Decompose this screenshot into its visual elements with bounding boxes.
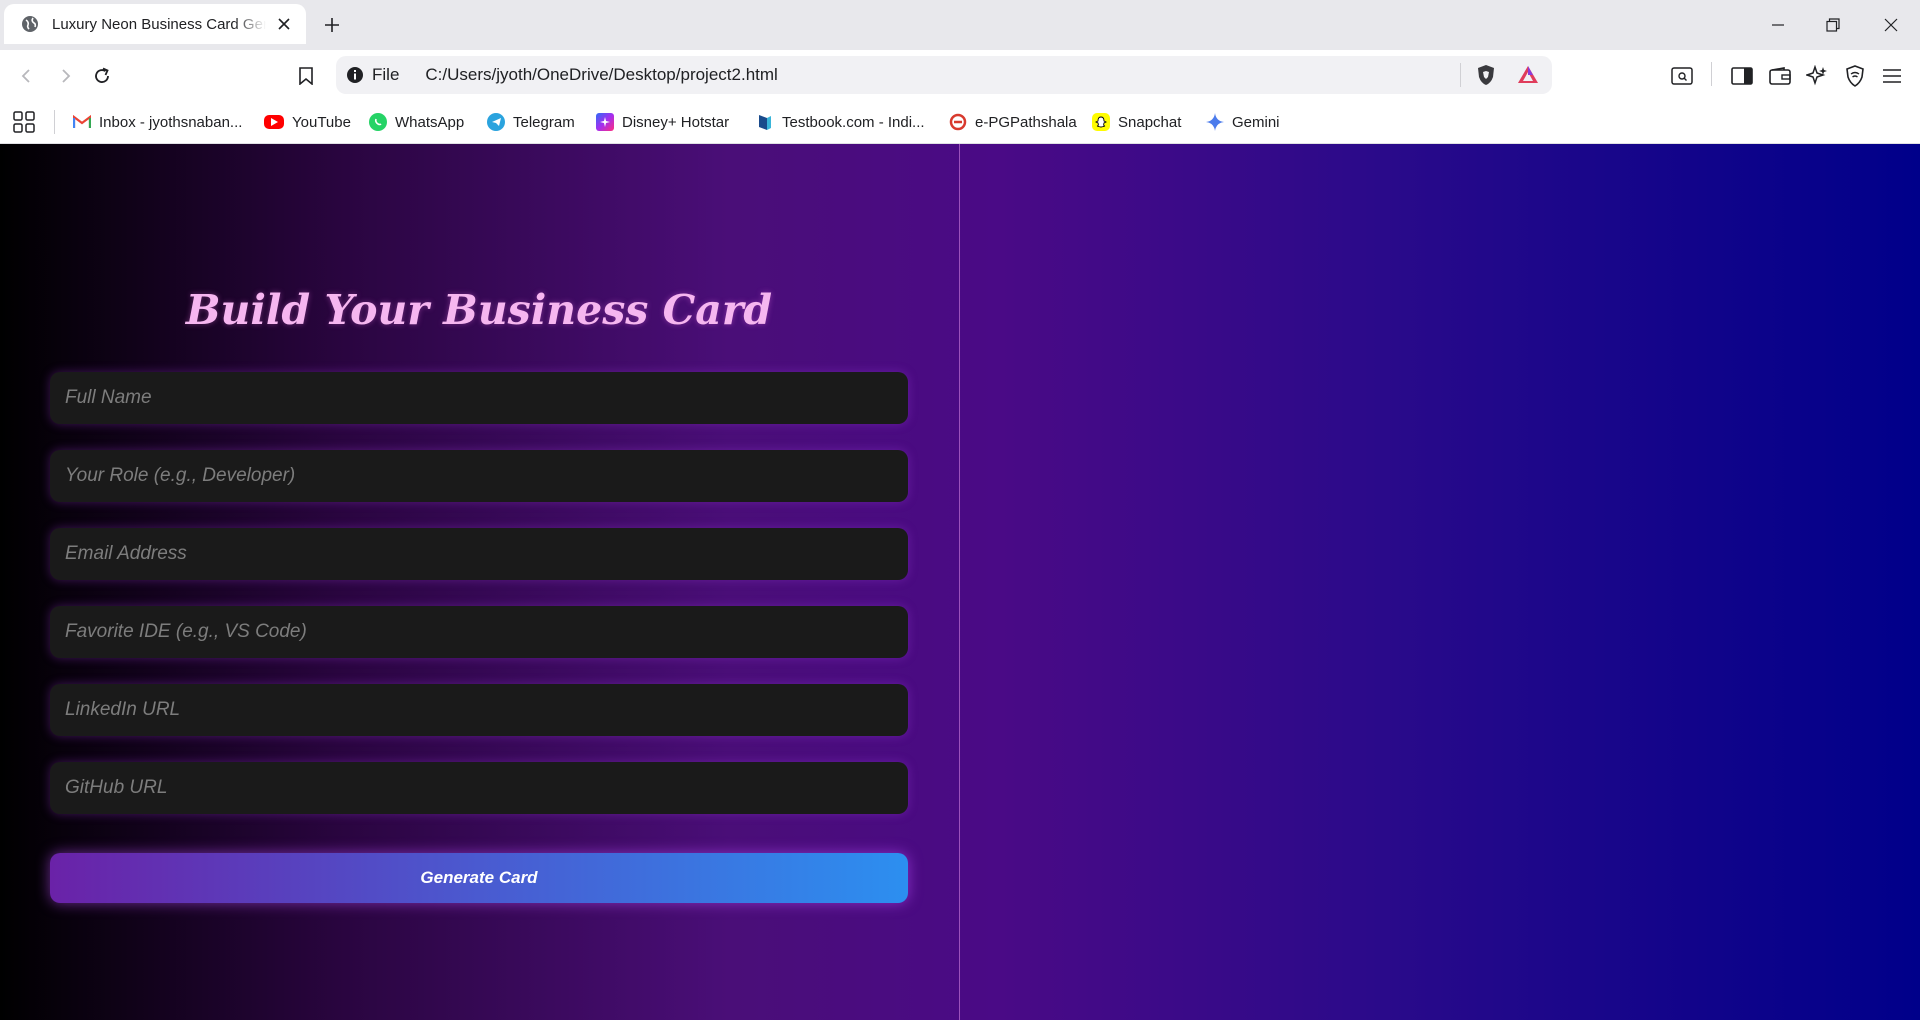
back-icon[interactable] bbox=[14, 63, 40, 89]
brave-shield-icon[interactable] bbox=[1474, 63, 1498, 87]
url-scheme: File bbox=[372, 65, 400, 84]
reload-icon[interactable] bbox=[89, 63, 115, 89]
bookmark-youtube[interactable]: YouTube bbox=[264, 111, 351, 133]
tab-close-icon[interactable] bbox=[274, 14, 294, 34]
restore-icon[interactable] bbox=[1818, 10, 1848, 40]
bookmark-label: Testbook.com - Indi... bbox=[782, 113, 925, 131]
bookmark-gmail[interactable]: Inbox - jyothsnaban... bbox=[73, 111, 242, 133]
bookmark-gemini[interactable]: Gemini bbox=[1206, 111, 1280, 133]
form-title: Build Your Business Card bbox=[185, 286, 773, 334]
bookmark-icon[interactable] bbox=[293, 63, 319, 89]
leo-ai-icon[interactable] bbox=[1804, 63, 1830, 89]
apps-grid-icon[interactable] bbox=[11, 109, 37, 135]
email-input[interactable] bbox=[50, 528, 908, 580]
bookmark-label: Disney+ Hotstar bbox=[622, 113, 730, 131]
globe-icon bbox=[22, 16, 38, 32]
bookmark-label: YouTube bbox=[292, 113, 351, 131]
bookmark-whatsapp[interactable]: WhatsApp bbox=[369, 111, 464, 133]
omnibox-divider bbox=[1460, 63, 1461, 87]
page-content: Build Your Business Card Generate Card bbox=[0, 144, 1920, 1020]
toolbar-divider bbox=[1711, 62, 1712, 86]
info-icon[interactable] bbox=[346, 66, 364, 84]
panel-divider bbox=[959, 144, 960, 1020]
minimize-icon[interactable] bbox=[1763, 10, 1793, 40]
bookmark-label: e-PGPathshala bbox=[975, 113, 1077, 131]
hotstar-icon bbox=[596, 113, 614, 131]
youtube-icon bbox=[264, 115, 284, 129]
github-input[interactable] bbox=[50, 762, 908, 814]
epg-icon bbox=[949, 113, 967, 131]
bookmark-snapchat[interactable]: Snapchat bbox=[1092, 111, 1181, 133]
tab-strip: Luxury Neon Business Card Generator bbox=[0, 0, 1920, 50]
new-tab-icon[interactable] bbox=[320, 13, 344, 37]
bookmark-label: WhatsApp bbox=[395, 113, 465, 131]
bookmark-label: Snapchat bbox=[1118, 113, 1182, 131]
browser-tab-active[interactable]: Luxury Neon Business Card Generator bbox=[4, 4, 306, 44]
forward-icon[interactable] bbox=[52, 63, 78, 89]
bookmark-label: Inbox - jyothsnaban... bbox=[99, 113, 243, 131]
bookmark-label: Gemini bbox=[1232, 113, 1280, 131]
browser-toolbar: File C:/Users/jyoth/OneDrive/Desktop/pro… bbox=[0, 50, 1920, 100]
gemini-icon bbox=[1206, 113, 1224, 131]
bookmarks-divider bbox=[54, 110, 55, 134]
role-input[interactable] bbox=[50, 450, 908, 502]
snapchat-icon bbox=[1092, 113, 1110, 131]
sidebar-icon[interactable] bbox=[1729, 63, 1755, 89]
telegram-icon bbox=[487, 113, 505, 131]
close-window-icon[interactable] bbox=[1876, 10, 1906, 40]
generate-card-button[interactable]: Generate Card bbox=[50, 853, 908, 903]
url-text[interactable]: C:/Users/jyoth/OneDrive/Desktop/project2… bbox=[425, 65, 777, 85]
testbook-icon bbox=[756, 113, 774, 131]
bookmark-epgpathshala[interactable]: e-PGPathshala bbox=[949, 111, 1077, 133]
menu-icon[interactable] bbox=[1879, 63, 1905, 89]
linkedin-input[interactable] bbox=[50, 684, 908, 736]
bookmark-testbook[interactable]: Testbook.com - Indi... bbox=[756, 111, 925, 133]
reader-mode-icon[interactable] bbox=[1669, 63, 1695, 89]
gmail-icon bbox=[73, 113, 91, 131]
bookmarks-bar: Inbox - jyothsnaban... YouTube WhatsApp … bbox=[0, 100, 1920, 144]
ide-input[interactable] bbox=[50, 606, 908, 658]
wallet-icon[interactable] bbox=[1767, 63, 1793, 89]
bookmark-label: Telegram bbox=[513, 113, 575, 131]
brave-rewards-icon[interactable] bbox=[1516, 63, 1540, 87]
bookmark-telegram[interactable]: Telegram bbox=[487, 111, 575, 133]
full-name-input[interactable] bbox=[50, 372, 908, 424]
vpn-shield-icon[interactable] bbox=[1842, 63, 1868, 89]
tab-title: Luxury Neon Business Card Generator bbox=[52, 15, 266, 33]
whatsapp-icon bbox=[369, 113, 387, 131]
address-bar[interactable]: File C:/Users/jyoth/OneDrive/Desktop/pro… bbox=[336, 56, 1552, 94]
bookmark-hotstar[interactable]: Disney+ Hotstar bbox=[596, 111, 729, 133]
